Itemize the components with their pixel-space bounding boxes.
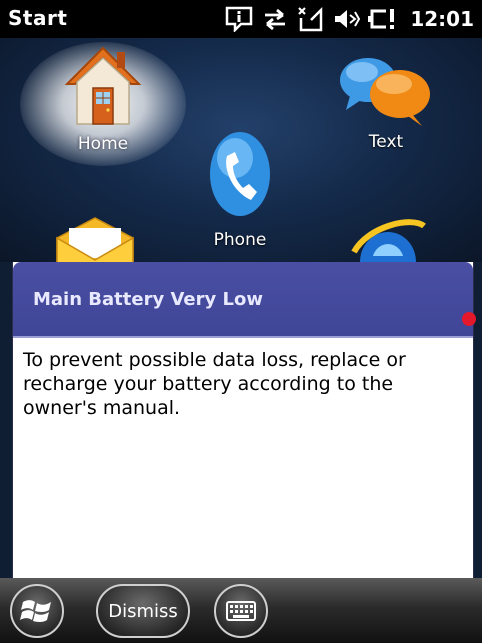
no-signal-icon[interactable] — [294, 4, 328, 34]
battery-low-icon[interactable] — [366, 4, 400, 34]
home-screen: Home Phone Text — [0, 38, 482, 262]
keyboard-button[interactable] — [214, 584, 268, 638]
dialog-header: Main Battery Very Low — [13, 262, 473, 338]
house-icon — [64, 46, 142, 125]
phone-tile[interactable]: Phone — [190, 130, 290, 250]
sync-icon[interactable] — [258, 4, 292, 34]
dialog-message: To prevent possible data loss, replace o… — [23, 349, 406, 419]
clock: 12:01 — [410, 7, 474, 31]
text-tile-label: Text — [368, 132, 404, 152]
home-tile[interactable]: Home — [48, 44, 158, 154]
alert-indicator-icon — [462, 312, 476, 326]
phone-tile-label: Phone — [213, 230, 267, 250]
mail-icon — [56, 217, 134, 262]
status-bar: Start 12:01 — [0, 0, 482, 38]
internet-explorer-icon — [351, 219, 426, 262]
keyboard-icon — [226, 601, 256, 621]
battery-alert-dialog: Main Battery Very Low To prevent possibl… — [12, 262, 474, 581]
phone-icon — [210, 132, 270, 216]
start-button[interactable] — [10, 584, 64, 638]
status-icons: 12:01 — [220, 2, 474, 36]
status-title: Start — [8, 6, 68, 30]
mail-tile[interactable] — [50, 216, 140, 262]
dialog-title: Main Battery Very Low — [33, 289, 263, 310]
notification-icon[interactable] — [222, 4, 256, 34]
bottom-bar: Dismiss — [0, 578, 482, 643]
speech-bubbles-icon — [340, 58, 430, 126]
home-tile-label: Home — [77, 134, 129, 154]
internet-explorer-tile[interactable] — [348, 216, 428, 262]
volume-muted-icon[interactable] — [330, 4, 364, 34]
text-tile[interactable]: Text — [330, 52, 442, 152]
windows-logo-icon — [20, 600, 51, 622]
dismiss-button[interactable]: Dismiss — [96, 584, 190, 638]
